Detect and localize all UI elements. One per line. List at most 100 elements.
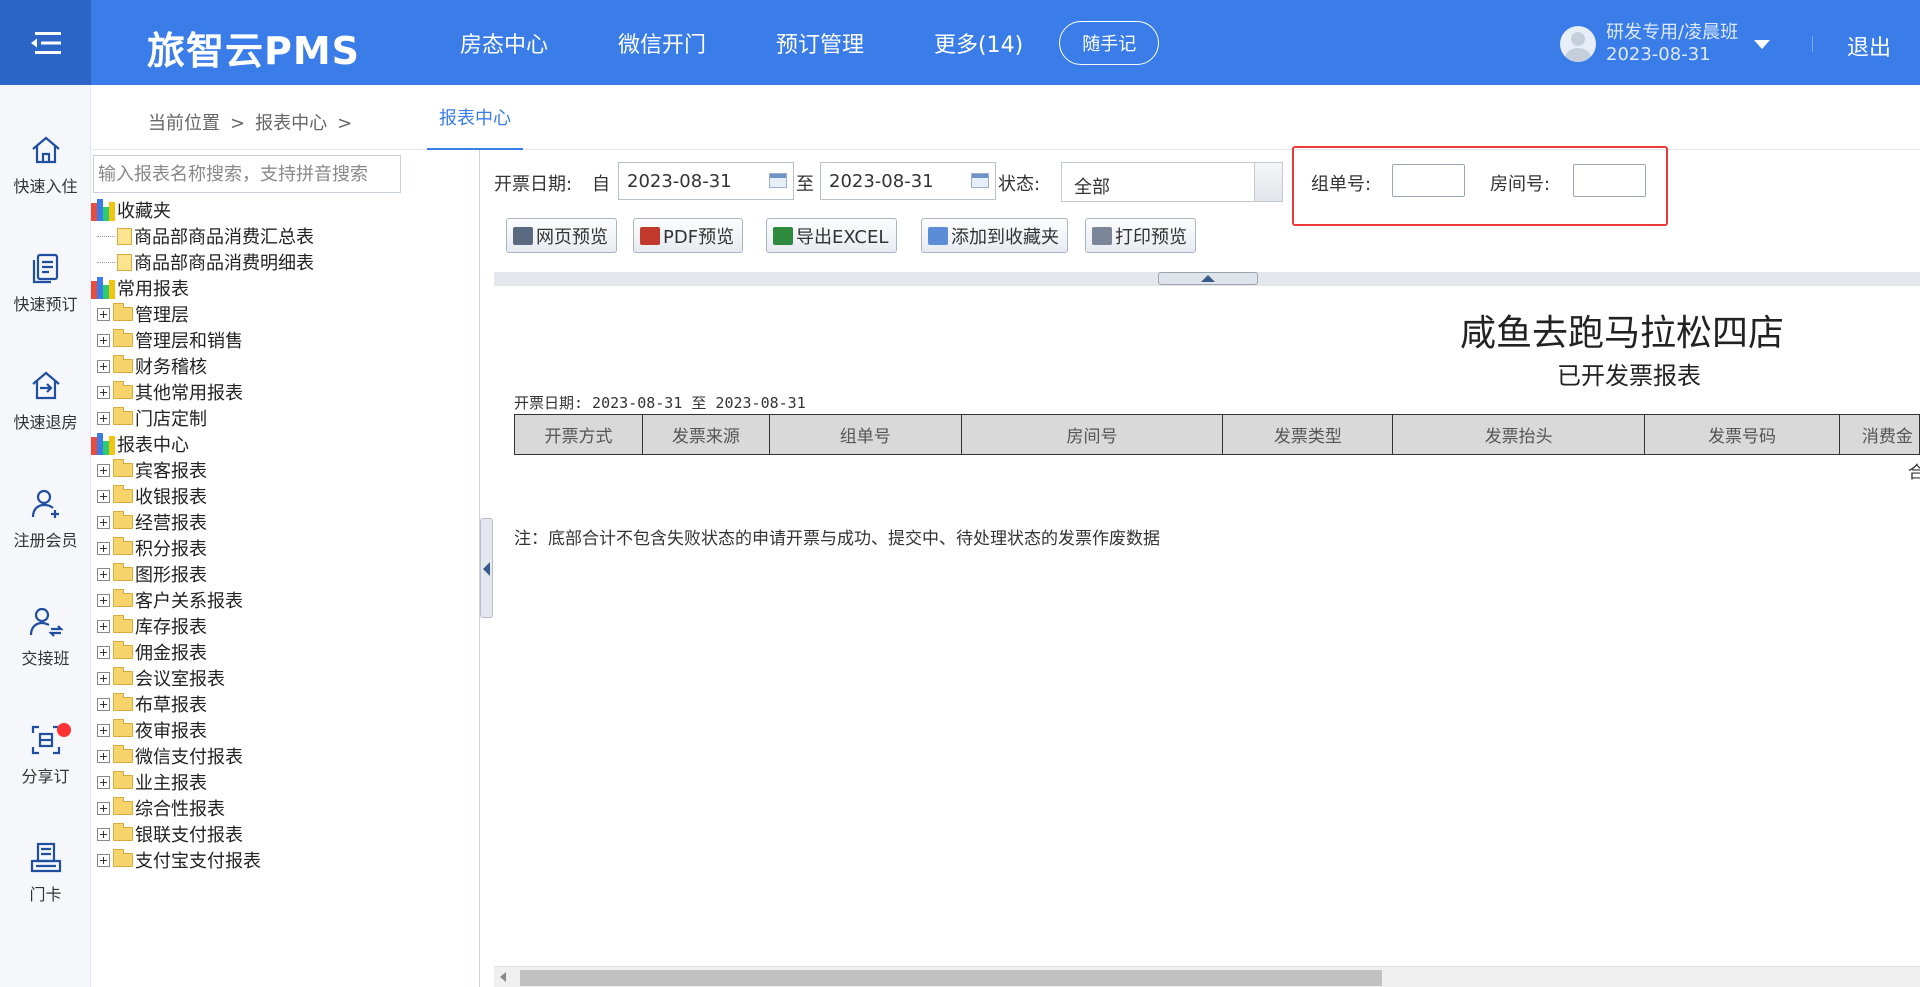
pdf-icon	[640, 226, 660, 245]
tree-node-label: 管理层和销售	[135, 331, 243, 352]
room-no-label: 房间号:	[1490, 174, 1551, 195]
scrollbar-thumb[interactable]	[520, 970, 1382, 986]
print-preview-button[interactable]: 打印预览	[1085, 218, 1196, 253]
tree-item[interactable]: 管理层	[97, 302, 189, 326]
logout-button[interactable]: 退出	[1847, 30, 1891, 62]
collapse-toolbar-handle[interactable]	[1158, 272, 1258, 285]
tree-report-center[interactable]: 报表中心	[91, 432, 189, 456]
nav-wechat-door[interactable]: 微信开门	[618, 27, 706, 59]
tree-item[interactable]: 经营报表	[97, 510, 207, 534]
export-excel-button[interactable]: 导出EXCEL	[766, 218, 898, 253]
tree-item[interactable]: 银联支付报表	[97, 822, 243, 846]
expand-icon[interactable]	[97, 489, 110, 503]
nav-room-status[interactable]: 房态中心	[460, 27, 548, 59]
tree-item[interactable]: 商品部商品消费明细表	[97, 250, 314, 274]
group-no-input[interactable]	[1392, 164, 1465, 197]
tree-item[interactable]: 佣金报表	[97, 640, 207, 664]
rail-quick-booking[interactable]: 快速预订	[0, 251, 91, 315]
expand-icon[interactable]	[97, 541, 110, 555]
tree-node-label: 会议室报表	[135, 669, 225, 690]
tree-item[interactable]: 宾客报表	[97, 458, 207, 482]
tree-item[interactable]: 门店定制	[97, 406, 207, 430]
report-note: 注：底部合计不包含失败状态的申请开票与成功、提交中、待处理状态的发票作废数据	[514, 529, 1160, 549]
breadcrumb: 当前位置 > 报表中心 >	[148, 109, 362, 135]
add-favorite-button[interactable]: 添加到收藏夹	[921, 218, 1068, 253]
nav-reservation[interactable]: 预订管理	[776, 27, 864, 59]
tree-item[interactable]: 商品部商品消费汇总表	[97, 224, 314, 248]
tree-item[interactable]: 布草报表	[97, 692, 207, 716]
expand-icon[interactable]	[97, 749, 110, 763]
tree-item[interactable]: 夜审报表	[97, 718, 207, 742]
folder-icon	[113, 303, 133, 321]
tree-common-reports[interactable]: 常用报表	[91, 276, 189, 300]
expand-icon[interactable]	[97, 645, 110, 659]
status-label: 状态:	[998, 174, 1041, 195]
tree-item[interactable]: 管理层和销售	[97, 328, 243, 352]
tree-item[interactable]: 收银报表	[97, 484, 207, 508]
room-no-input[interactable]	[1573, 164, 1646, 197]
tree-item[interactable]: 库存报表	[97, 614, 207, 638]
status-select[interactable]: 全部	[1061, 162, 1283, 202]
tree-item[interactable]: 客户关系报表	[97, 588, 243, 612]
tree-favorites[interactable]: 收藏夹	[91, 198, 171, 222]
tab-report-center[interactable]: 报表中心	[427, 85, 523, 150]
expand-icon[interactable]	[97, 411, 110, 425]
date-to-field[interactable]: 2023-08-31	[820, 162, 996, 200]
date-from-field[interactable]: 2023-08-31	[618, 162, 794, 200]
rail-share-booking[interactable]: 分享订	[0, 723, 91, 787]
expand-icon[interactable]	[97, 619, 110, 633]
expand-icon[interactable]	[97, 775, 110, 789]
expand-icon[interactable]	[97, 593, 110, 607]
rail-quick-checkout[interactable]: 快速退房	[0, 369, 91, 433]
rail-label: 分享订	[21, 767, 70, 786]
user-menu[interactable]: 研发专用/凌晨班 2023-08-31	[1560, 22, 1771, 66]
folder-icon	[113, 641, 133, 659]
tree-item[interactable]: 综合性报表	[97, 796, 225, 820]
rail-quick-checkin[interactable]: 快速入住	[0, 133, 91, 197]
horizontal-scrollbar[interactable]	[494, 966, 1920, 987]
report-search-input[interactable]	[93, 155, 401, 193]
tree-item[interactable]: 其他常用报表	[97, 380, 243, 404]
tree-node-label: 常用报表	[117, 279, 189, 300]
expand-icon[interactable]	[97, 697, 110, 711]
rail-register-member[interactable]: 注册会员	[0, 487, 91, 551]
expand-icon[interactable]	[97, 723, 110, 737]
expand-icon[interactable]	[97, 463, 110, 477]
rail-door-card[interactable]: 门卡	[0, 841, 91, 905]
caret-down-icon[interactable]	[1754, 39, 1771, 49]
menu-toggle-button[interactable]	[0, 0, 91, 85]
dropdown-button[interactable]	[1254, 163, 1282, 201]
expand-icon[interactable]	[97, 385, 110, 399]
tree-item[interactable]: 业主报表	[97, 770, 207, 794]
expand-icon[interactable]	[97, 853, 110, 867]
expand-icon[interactable]	[97, 827, 110, 841]
tree-item[interactable]: 财务稽核	[97, 354, 207, 378]
app-logo: 旅智云PMS	[147, 29, 361, 73]
main-nav: 房态中心 微信开门 预订管理 更多(14) 随手记	[460, 0, 1160, 85]
calendar-icon[interactable]	[769, 173, 787, 188]
expand-icon[interactable]	[97, 333, 110, 347]
expand-icon[interactable]	[97, 307, 110, 321]
rail-shift-handover[interactable]: 交接班	[0, 605, 91, 669]
tree-item[interactable]: 微信支付报表	[97, 744, 243, 768]
tree-item[interactable]: 积分报表	[97, 536, 207, 560]
expand-icon[interactable]	[97, 515, 110, 529]
tree-item[interactable]: 图形报表	[97, 562, 207, 586]
memo-button[interactable]: 随手记	[1059, 20, 1160, 65]
column-header: 开票方式	[514, 414, 643, 455]
nav-more[interactable]: 更多(14)	[934, 27, 1023, 59]
expand-icon[interactable]	[97, 671, 110, 685]
tree-item[interactable]: 支付宝支付报表	[97, 848, 261, 872]
tree-item[interactable]: 会议室报表	[97, 666, 225, 690]
expand-icon[interactable]	[97, 801, 110, 815]
expand-icon[interactable]	[97, 567, 110, 581]
scroll-left-icon[interactable]	[500, 972, 506, 982]
breadcrumb-item[interactable]: 报表中心	[255, 113, 327, 134]
collapse-panel-handle[interactable]	[480, 518, 493, 618]
expand-icon[interactable]	[97, 359, 110, 373]
web-preview-button[interactable]: 网页预览	[506, 218, 617, 253]
breadcrumb-separator: >	[230, 113, 246, 134]
user-date: 2023-08-31	[1606, 44, 1711, 65]
calendar-icon[interactable]	[971, 173, 989, 188]
pdf-preview-button[interactable]: PDF预览	[633, 218, 744, 253]
